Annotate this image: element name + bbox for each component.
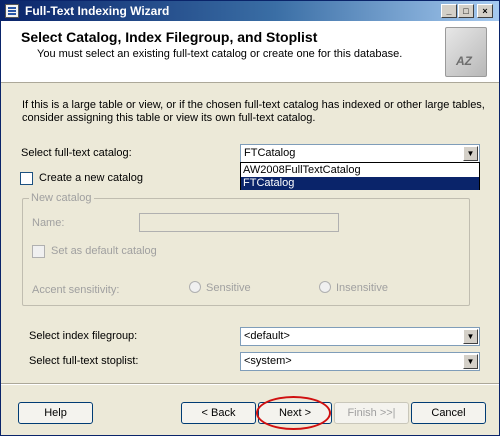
catalog-option-selected[interactable]: FTCatalog	[241, 177, 479, 190]
catalog-option[interactable]: AW2008FullTextCatalog	[241, 164, 479, 177]
new-catalog-group-title: New catalog	[29, 192, 94, 204]
filegroup-label: Select index filegroup:	[29, 330, 138, 342]
intro-text: If this is a large table or view, or if …	[22, 99, 485, 124]
maximize-button[interactable]: □	[458, 4, 474, 18]
close-button[interactable]: ×	[477, 4, 493, 18]
stoplist-select[interactable]: <system> ▼	[240, 352, 480, 371]
insensitive-label: Insensitive	[336, 282, 388, 294]
stoplist-label: Select full-text stoplist:	[29, 355, 139, 367]
sensitive-label: Sensitive	[206, 282, 251, 294]
finish-button[interactable]: Finish >>|	[334, 402, 409, 424]
wizard-header: Select Catalog, Index Filegroup, and Sto…	[1, 21, 499, 83]
page-title: Select Catalog, Index Filegroup, and Sto…	[21, 29, 318, 45]
set-default-catalog-checkbox[interactable]	[32, 245, 45, 258]
catalog-dropdown-list: AW2008FullTextCatalog FTCatalog	[240, 162, 480, 190]
window-title: Full-Text Indexing Wizard	[25, 4, 170, 18]
help-button[interactable]: Help	[18, 402, 93, 424]
create-new-catalog-label: Create a new catalog	[39, 172, 143, 184]
back-button[interactable]: < Back	[181, 402, 256, 424]
book-icon-text: AZ	[456, 54, 472, 68]
wizard-app-icon	[5, 4, 19, 18]
name-label: Name:	[32, 217, 65, 229]
catalog-label: Select full-text catalog:	[21, 147, 132, 159]
footer-separator	[1, 383, 499, 385]
chevron-down-icon[interactable]: ▼	[463, 146, 478, 161]
title-bar[interactable]: Full-Text Indexing Wizard _ □ ×	[1, 1, 499, 21]
next-highlight-ring	[256, 396, 331, 430]
set-default-catalog-label: Set as default catalog	[51, 245, 157, 257]
sensitive-radio[interactable]	[189, 281, 201, 293]
wizard-window: Full-Text Indexing Wizard _ □ × Select C…	[0, 0, 500, 436]
cancel-button[interactable]: Cancel	[411, 402, 486, 424]
page-subtitle: You must select an existing full-text ca…	[37, 48, 403, 60]
create-new-catalog-checkbox[interactable]	[20, 172, 33, 185]
filegroup-select[interactable]: <default> ▼	[240, 327, 480, 346]
filegroup-select-value: <default>	[244, 330, 290, 342]
minimize-button[interactable]: _	[441, 4, 457, 18]
insensitive-radio[interactable]	[319, 281, 331, 293]
accent-sensitivity-label: Accent sensitivity:	[32, 284, 120, 296]
catalog-name-input[interactable]	[139, 213, 339, 232]
catalog-select[interactable]: FTCatalog ▼	[240, 144, 480, 163]
dictionary-book-icon: AZ	[445, 27, 487, 77]
catalog-select-value: FTCatalog	[244, 147, 296, 159]
chevron-down-icon[interactable]: ▼	[463, 354, 478, 369]
stoplist-select-value: <system>	[244, 355, 292, 367]
chevron-down-icon[interactable]: ▼	[463, 329, 478, 344]
